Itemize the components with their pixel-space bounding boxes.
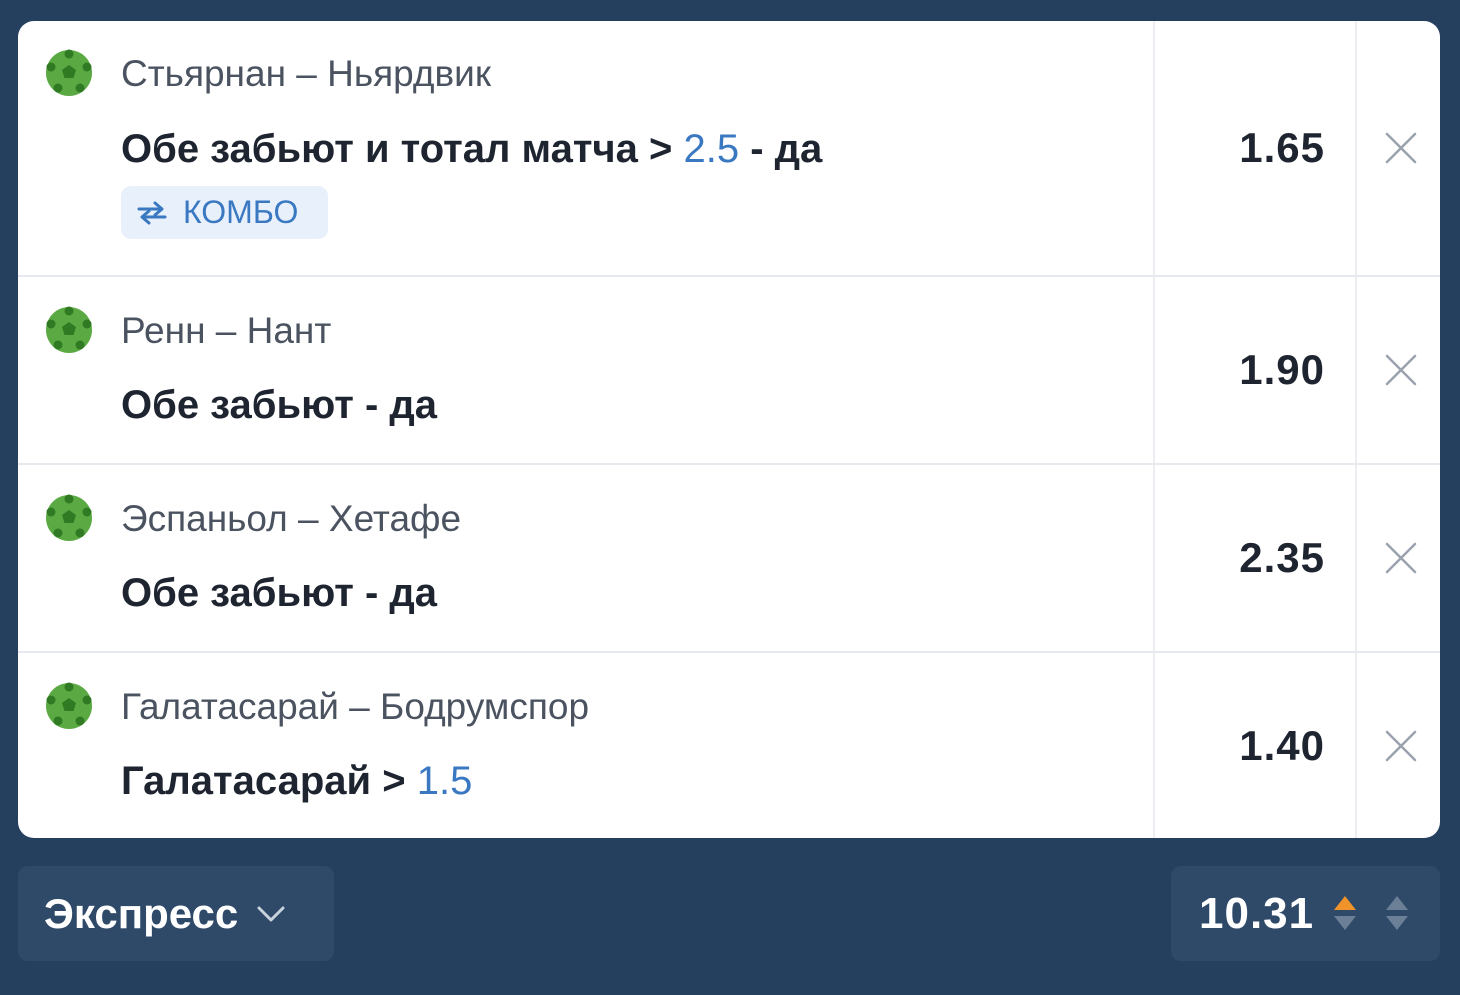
odds-change-up-icon xyxy=(1334,896,1356,930)
bet-item: Галатасарай – Бодрумспор Галатасарай > 1… xyxy=(18,653,1440,838)
combo-label: КОМБО xyxy=(183,194,299,230)
market-suffix: - да xyxy=(739,127,823,171)
bet-item: Стьярнан – Ньярдвик Обе забьют и тотал м… xyxy=(18,21,1440,277)
soccer-ball-icon xyxy=(46,494,92,541)
total-odds-value: 10.31 xyxy=(1199,888,1315,938)
close-icon[interactable] xyxy=(1383,540,1419,576)
market-prefix: Галатасарай > xyxy=(121,759,417,803)
odds-cell: 1.65 xyxy=(1153,21,1357,275)
bet-item: Эспаньол – Хетафе Обе забьют - да 2.35 xyxy=(18,465,1440,653)
bet-slip-card: Стьярнан – Ньярдвик Обе забьют и тотал м… xyxy=(18,21,1440,838)
market-name: Обе забьют - да xyxy=(121,571,437,616)
market-prefix: Обе забьют и тотал матча > xyxy=(121,127,684,171)
market-value: 2.5 xyxy=(683,127,740,171)
odds-change-neutral-icon xyxy=(1386,896,1408,930)
bet-type-dropdown[interactable]: Экспресс xyxy=(18,866,334,961)
odds-cell: 1.90 xyxy=(1153,277,1357,463)
odds-cell: 2.35 xyxy=(1153,465,1357,651)
match-name: Стьярнан – Ньярдвик xyxy=(121,53,491,94)
market-prefix: Обе забьют - да xyxy=(121,571,438,615)
odds-cell: 1.40 xyxy=(1153,653,1357,838)
market-name: Галатасарай > 1.5 xyxy=(121,759,472,804)
market-name: Обе забьют и тотал матча > 2.5 - да xyxy=(121,127,822,172)
market-name: Обе забьют - да xyxy=(121,383,437,428)
close-icon[interactable] xyxy=(1383,352,1419,388)
total-odds-box: 10.31 xyxy=(1171,866,1440,961)
match-name: Ренн – Нант xyxy=(121,310,332,351)
match-name: Эспаньол – Хетафе xyxy=(121,498,462,539)
odds-value: 2.35 xyxy=(1239,534,1325,581)
combo-badge: КОМБО xyxy=(121,186,328,239)
soccer-ball-icon xyxy=(46,49,92,96)
bet-type-label: Экспресс xyxy=(44,889,239,937)
soccer-ball-icon xyxy=(46,306,92,353)
odds-value: 1.40 xyxy=(1239,721,1325,769)
bet-item: Ренн – Нант Обе забьют - да 1.90 xyxy=(18,277,1440,465)
chevron-down-icon xyxy=(257,906,285,921)
match-name: Галатасарай – Бодрумспор xyxy=(121,686,590,727)
market-prefix: Обе забьют - да xyxy=(121,383,438,427)
odds-value: 1.65 xyxy=(1239,124,1325,171)
swap-arrows-icon xyxy=(137,201,167,224)
close-icon[interactable] xyxy=(1383,130,1419,166)
odds-value: 1.90 xyxy=(1239,346,1325,393)
close-icon[interactable] xyxy=(1383,728,1419,764)
soccer-ball-icon xyxy=(46,682,92,729)
market-value: 1.5 xyxy=(416,759,473,803)
